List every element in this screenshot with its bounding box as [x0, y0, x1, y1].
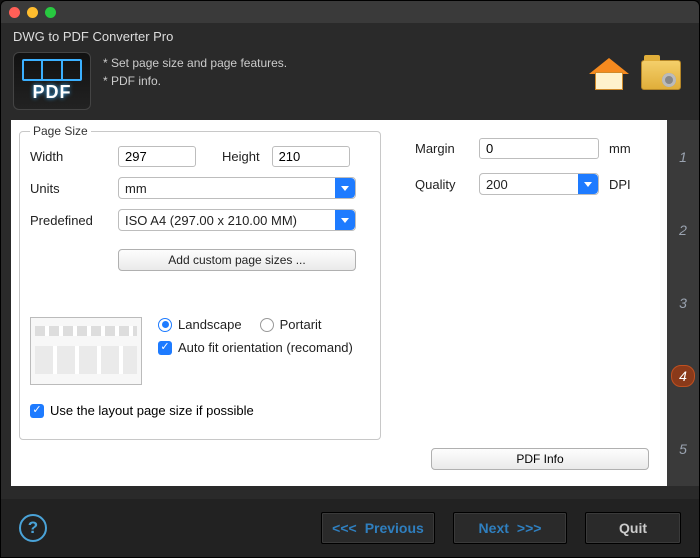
- use-layout-checkbox[interactable]: Use the layout page size if possible: [30, 403, 370, 418]
- app-logo-icon: PDF: [13, 52, 91, 110]
- radio-indicator-icon: [158, 318, 172, 332]
- step-hints: * Set page size and page features. * PDF…: [91, 52, 589, 90]
- home-icon[interactable]: [589, 58, 629, 92]
- page-size-legend: Page Size: [30, 124, 91, 138]
- quit-button[interactable]: Quit: [585, 512, 681, 544]
- height-input[interactable]: [272, 146, 350, 167]
- step-4[interactable]: 4: [667, 340, 699, 413]
- quality-label: Quality: [415, 177, 479, 192]
- units-value: mm: [125, 181, 147, 196]
- arrows-right-icon: >>>: [517, 520, 542, 536]
- page-preview-thumbnail: [30, 317, 142, 385]
- minimize-icon[interactable]: [27, 7, 38, 18]
- units-label: Units: [30, 181, 118, 196]
- landscape-radio[interactable]: Landscape: [158, 317, 242, 332]
- width-input[interactable]: [118, 146, 196, 167]
- width-label: Width: [30, 149, 118, 164]
- chevron-down-icon: [335, 178, 355, 198]
- units-select[interactable]: mm: [118, 177, 356, 199]
- arrows-left-icon: <<<: [332, 520, 357, 536]
- quality-unit: DPI: [609, 177, 631, 192]
- predefined-value: ISO A4 (297.00 x 210.00 MM): [125, 213, 297, 228]
- margin-label: Margin: [415, 141, 479, 156]
- quality-select[interactable]: 200: [479, 173, 599, 195]
- main-panel: Page Size Width Height Units mm Predefin…: [11, 120, 667, 486]
- portrait-radio[interactable]: Portarit: [260, 317, 322, 332]
- app-window: DWG to PDF Converter Pro PDF * Set page …: [0, 0, 700, 558]
- chevron-down-icon: [335, 210, 355, 230]
- step-indicator: 1 2 3 4 5: [667, 120, 699, 486]
- header: PDF * Set page size and page features. *…: [1, 48, 699, 120]
- previous-button[interactable]: <<< Previous: [321, 512, 435, 544]
- window-controls: [9, 7, 56, 18]
- settings-folder-icon[interactable]: [641, 60, 681, 90]
- quality-value: 200: [486, 177, 508, 192]
- height-label: Height: [222, 149, 260, 164]
- predefined-label: Predefined: [30, 213, 118, 228]
- checkmark-icon: [30, 404, 44, 418]
- output-settings: Margin mm Quality 200 DPI: [415, 138, 631, 209]
- step-2[interactable]: 2: [667, 193, 699, 266]
- autofit-checkbox[interactable]: Auto fit orientation (recomand): [158, 340, 353, 355]
- page-size-group: Page Size Width Height Units mm Predefin…: [19, 124, 381, 440]
- footer: ? <<< Previous Next >>> Quit: [1, 499, 699, 557]
- titlebar: [1, 1, 699, 23]
- step-3[interactable]: 3: [667, 266, 699, 339]
- hint-line: * PDF info.: [103, 72, 589, 90]
- predefined-select[interactable]: ISO A4 (297.00 x 210.00 MM): [118, 209, 356, 231]
- radio-indicator-icon: [260, 318, 274, 332]
- help-icon[interactable]: ?: [19, 514, 47, 542]
- chevron-down-icon: [578, 174, 598, 194]
- close-icon[interactable]: [9, 7, 20, 18]
- next-button[interactable]: Next >>>: [453, 512, 567, 544]
- step-5[interactable]: 5: [667, 413, 699, 486]
- hint-line: * Set page size and page features.: [103, 54, 589, 72]
- pdf-info-button[interactable]: PDF Info: [431, 448, 649, 470]
- margin-unit: mm: [609, 141, 631, 156]
- add-custom-page-button[interactable]: Add custom page sizes ...: [118, 249, 356, 271]
- margin-input[interactable]: [479, 138, 599, 159]
- zoom-icon[interactable]: [45, 7, 56, 18]
- step-1[interactable]: 1: [667, 120, 699, 193]
- app-title: DWG to PDF Converter Pro: [1, 23, 699, 48]
- checkmark-icon: [158, 341, 172, 355]
